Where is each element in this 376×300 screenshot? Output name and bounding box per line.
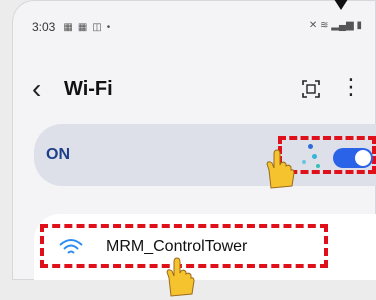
page-title: Wi-Fi [64, 77, 113, 100]
status-bar: 3:03 ▦ ▦ ◫ • ✕ ≋ ▂▄▆ ▮ [32, 20, 362, 34]
pointer-hand-icon [266, 149, 295, 189]
battery-icon: ▮ [356, 20, 362, 31]
grid-icon: ▦ [63, 21, 74, 33]
status-right-icons: ✕ ≋ ▂▄▆ ▮ [309, 20, 362, 31]
network-ssid[interactable]: MRM_ControlTower [106, 238, 247, 256]
pointer-hand-icon [166, 257, 195, 297]
status-time: 3:03 [32, 20, 56, 34]
qr-scan-icon[interactable] [302, 80, 320, 98]
toggle-knob [355, 150, 371, 166]
arrow-marker [332, 0, 350, 10]
grid-icon: ▦ [77, 21, 89, 33]
wifi-icon [59, 239, 83, 254]
wifi-toggle-row[interactable]: ON [34, 124, 376, 189]
phone-screen: 3:03 ▦ ▦ ◫ • ✕ ≋ ▂▄▆ ▮ ‹ Wi-Fi ⋮ ON MRM_… [12, 0, 376, 297]
image-icon: ◫ [92, 21, 103, 33]
mute-icon: ✕ [308, 20, 318, 31]
wifi-on-label: ON [46, 146, 70, 163]
wifi-icon: ≋ [320, 20, 329, 31]
wifi-toggle-switch[interactable] [333, 148, 373, 168]
header: ‹ Wi-Fi ⋮ [32, 72, 372, 106]
chevron-left-icon[interactable]: ‹ [32, 75, 60, 103]
network-list: MRM_ControlTower [34, 214, 376, 297]
signal-icon: ▂▄▆ [331, 20, 354, 31]
dot-icon: • [106, 21, 112, 33]
more-vert-icon[interactable]: ⋮ [340, 74, 362, 100]
